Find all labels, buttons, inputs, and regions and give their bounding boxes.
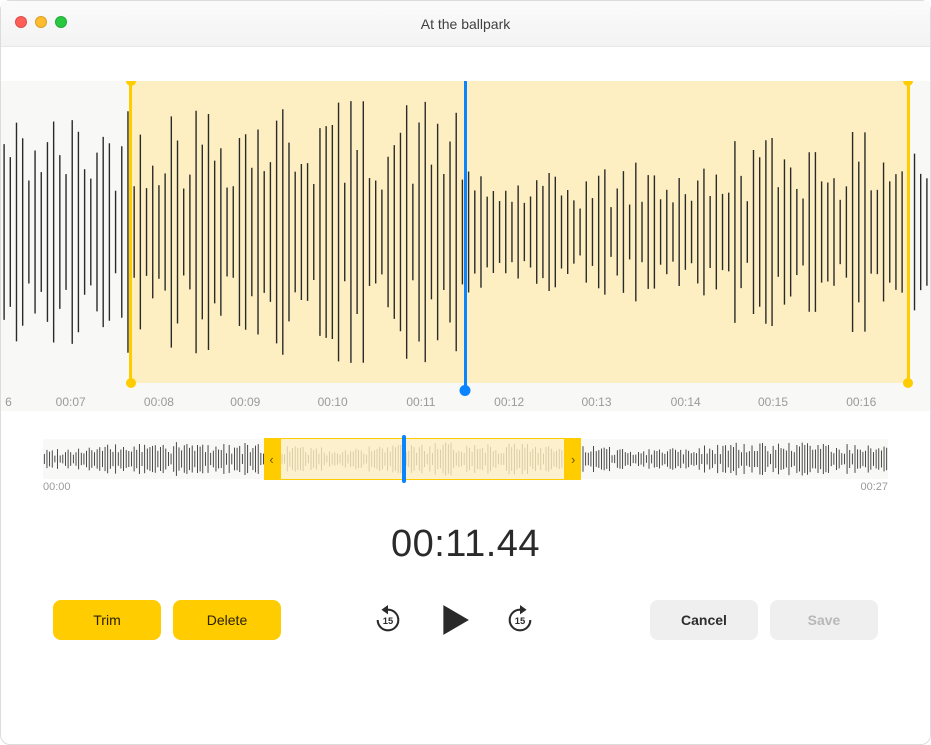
skip-forward-icon: 15 bbox=[505, 605, 535, 635]
dialog-buttons: Cancel Save bbox=[650, 600, 878, 640]
titlebar: At the ballpark bbox=[1, 1, 930, 47]
window-controls bbox=[15, 16, 67, 28]
save-button[interactable]: Save bbox=[770, 600, 878, 640]
overview-end-time: 00:27 bbox=[860, 481, 888, 493]
editor-content: 6 00:07 00:08 00:09 00:10 00:11 00:12 00:13 00:1… bbox=[1, 47, 930, 744]
controls-row: Trim Delete 15 bbox=[1, 566, 930, 640]
time-tick: 00:13 bbox=[581, 395, 611, 409]
time-tick: 00:09 bbox=[230, 395, 260, 409]
overview-time-labels: 00:00 00:27 bbox=[43, 481, 888, 499]
time-tick: 00:16 bbox=[846, 395, 876, 409]
trim-button[interactable]: Trim bbox=[53, 600, 161, 640]
time-tick: 00:14 bbox=[671, 395, 701, 409]
voice-memo-editor: At the ballpark 6 00:07 00:08 00:09 00:10 00:… bbox=[0, 0, 931, 745]
trim-handle-start[interactable] bbox=[129, 81, 132, 383]
time-tick: 00:08 bbox=[144, 395, 174, 409]
chevron-right-icon: › bbox=[571, 452, 575, 467]
overview-waveform[interactable]: ‹ › 00:00 00:27 bbox=[43, 439, 888, 499]
play-button[interactable] bbox=[437, 603, 471, 637]
overview-selection[interactable] bbox=[280, 438, 566, 480]
skip-back-icon: 15 bbox=[373, 605, 403, 635]
minimize-window-button[interactable] bbox=[35, 16, 47, 28]
svg-text:15: 15 bbox=[382, 616, 392, 626]
cancel-button[interactable]: Cancel bbox=[650, 600, 758, 640]
chevron-left-icon: ‹ bbox=[269, 452, 273, 467]
time-tick: 00:10 bbox=[318, 395, 348, 409]
overview-trim-handle-start[interactable]: ‹ bbox=[264, 438, 280, 480]
close-window-button[interactable] bbox=[15, 16, 27, 28]
detail-waveform[interactable]: 6 00:07 00:08 00:09 00:10 00:11 00:12 00:13 00:1… bbox=[1, 81, 930, 411]
time-tick: 00:12 bbox=[494, 395, 524, 409]
zoom-window-button[interactable] bbox=[55, 16, 67, 28]
time-ruler: 6 00:07 00:08 00:09 00:10 00:11 00:12 00:13 00:1… bbox=[1, 383, 930, 411]
current-time-display: 00:11.44 bbox=[1, 523, 930, 566]
transport-controls: 15 15 bbox=[275, 603, 632, 637]
skip-back-15-button[interactable]: 15 bbox=[373, 605, 403, 635]
skip-forward-15-button[interactable]: 15 bbox=[505, 605, 535, 635]
overview-trim-handle-end[interactable]: › bbox=[565, 438, 581, 480]
svg-text:15: 15 bbox=[514, 616, 524, 626]
window-title: At the ballpark bbox=[1, 16, 930, 32]
time-tick: 00:15 bbox=[758, 395, 788, 409]
time-tick: 6 bbox=[5, 395, 12, 409]
overview-playhead[interactable] bbox=[402, 435, 406, 483]
time-tick: 00:07 bbox=[56, 395, 86, 409]
overview-start-time: 00:00 bbox=[43, 481, 71, 493]
delete-button[interactable]: Delete bbox=[173, 600, 281, 640]
playhead[interactable] bbox=[464, 81, 467, 391]
time-tick: 00:11 bbox=[406, 395, 435, 409]
trim-handle-end[interactable] bbox=[907, 81, 910, 383]
play-icon bbox=[437, 603, 471, 637]
